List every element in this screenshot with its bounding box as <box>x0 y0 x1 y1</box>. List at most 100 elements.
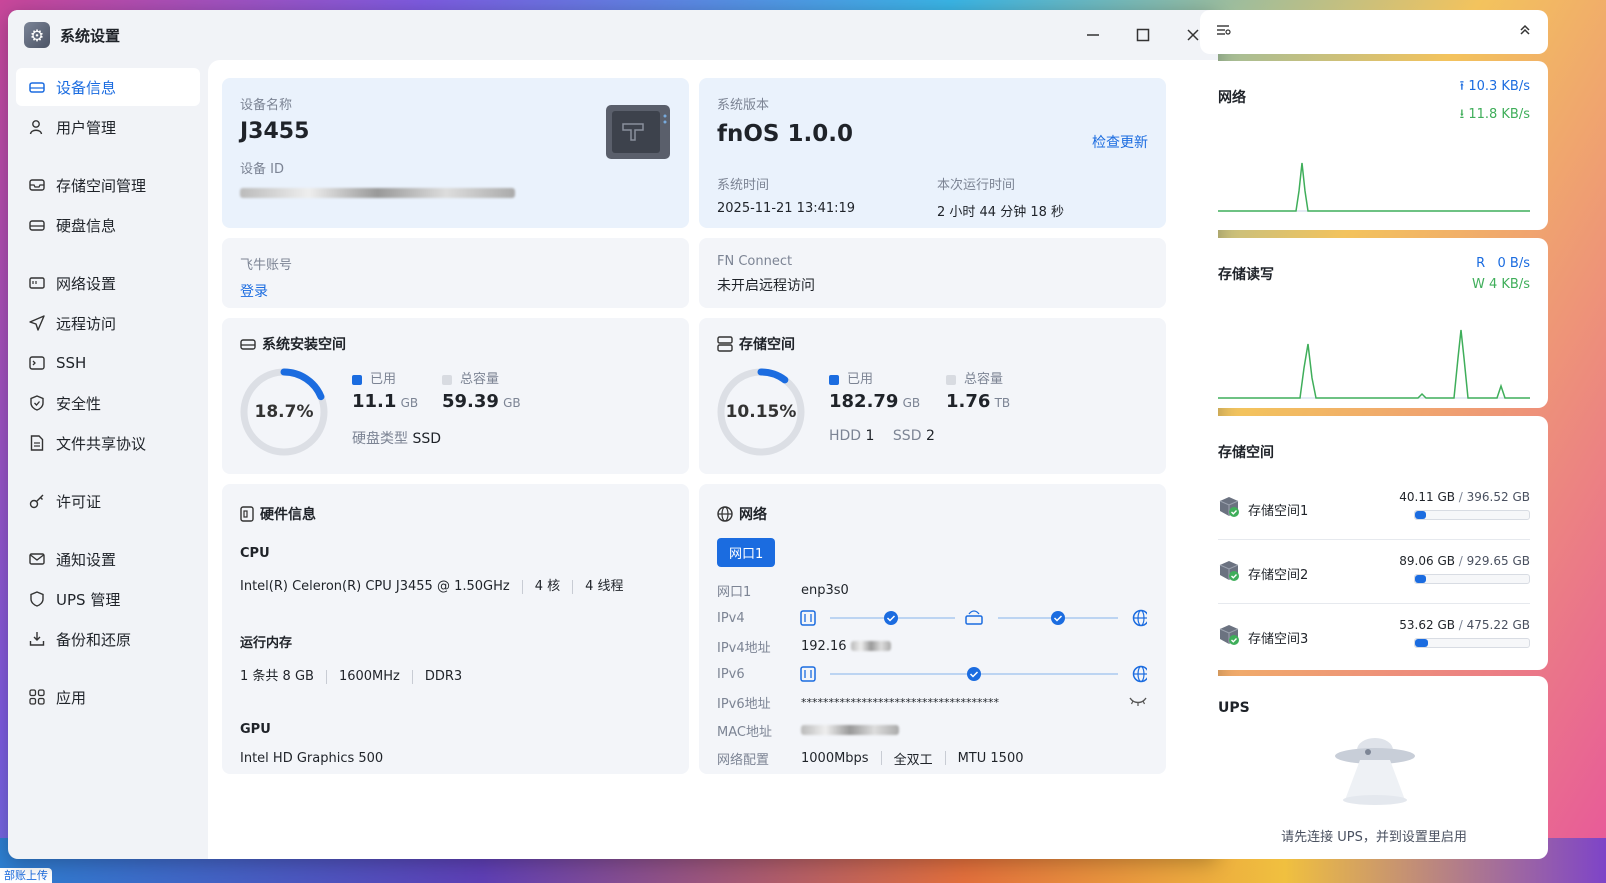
minimize-button[interactable] <box>1068 10 1118 60</box>
storage-space-row[interactable]: 存储空间1 40.11 GB / 396.52 GB <box>1218 476 1530 540</box>
sidebar-item-apps[interactable]: 应用 <box>16 678 200 716</box>
sidebar-item-label: UPS 管理 <box>56 590 121 609</box>
storage-space-progress <box>1414 510 1530 520</box>
storage-space-total: 475.22 GB <box>1466 618 1530 632</box>
disk-type: SSD <box>412 431 442 447</box>
system-space-percent: 18.7% <box>254 402 314 422</box>
sidebar-item-storage-manager[interactable]: 存储空间管理 <box>16 166 200 204</box>
document-icon <box>28 434 46 452</box>
storage-space-progress <box>1414 574 1530 584</box>
memory-type: DDR3 <box>424 669 463 684</box>
sidebar-item-ssh[interactable]: SSH <box>16 344 200 382</box>
sidebar-item-license[interactable]: 许可证 <box>16 482 200 520</box>
system-card: 系统版本 fnOS 1.0.0 检查更新 系统时间 2025-11-21 13:… <box>699 78 1166 228</box>
ups-shield-icon <box>28 590 46 608</box>
system-space-total: 59.39 <box>442 391 499 412</box>
sidebar-item-file-sharing[interactable]: 文件共享协议 <box>16 424 200 462</box>
ssd-count: 2 <box>925 428 935 444</box>
fnconnect-card: FN Connect 未开启远程访问 <box>699 238 1166 308</box>
storage-spaces-title: 存储空间 <box>1218 445 1274 461</box>
sidebar-item-ups[interactable]: UPS 管理 <box>16 580 200 618</box>
storage-io-graph <box>1218 329 1530 399</box>
settings-app-icon: ⚙ <box>24 22 50 48</box>
storage-stack-icon <box>717 336 733 352</box>
network-config-label: 网络配置 <box>717 752 770 768</box>
account-card: 飞牛账号 登录 <box>222 238 689 308</box>
storage-space-usage: 40.11 GB / 396.52 GB <box>1399 490 1530 504</box>
network-graph <box>1218 162 1530 212</box>
storage-space-row[interactable]: 存储空间2 89.06 GB / 929.65 GB <box>1218 540 1530 604</box>
read-label: R <box>1476 256 1486 271</box>
hdd-label: HDD <box>829 428 862 444</box>
storage-space-progress-fill <box>1415 575 1427 583</box>
ipv6-address-label: IPv6地址 <box>717 696 771 712</box>
maximize-button[interactable] <box>1118 10 1168 60</box>
sidebar-item-disk-info[interactable]: 硬盘信息 <box>16 206 200 244</box>
system-version-label: 系统版本 <box>717 98 770 113</box>
hard-disk-icon <box>28 216 46 234</box>
storage-space-name: 存储空间2 <box>1248 568 1309 583</box>
unit: GB <box>902 396 921 410</box>
total-label: 总容量 <box>460 372 500 387</box>
collapse-icon[interactable] <box>1518 23 1532 41</box>
used-label: 已用 <box>847 372 874 387</box>
sidebar-item-label: 通知设置 <box>56 550 117 569</box>
upload-speed: 10.3 KB/s <box>1468 79 1530 94</box>
ipv4-topology <box>800 609 1147 627</box>
total-label: 总容量 <box>964 372 1004 387</box>
storage-cube-icon <box>1218 496 1240 522</box>
ipv4-address-label: IPv4地址 <box>717 640 771 656</box>
mtu: MTU 1500 <box>957 750 1024 766</box>
sidebar-item-label: 设备信息 <box>56 78 117 97</box>
network-card: 网络 网口1 网口1 enp3s0 IPv4 IPv4地址 192.16 IPv… <box>699 484 1166 774</box>
ufo-illustration-icon <box>1325 728 1425 812</box>
sidebar-item-users[interactable]: 用户管理 <box>16 108 200 146</box>
settings-window: ⚙ 系统设置 设备信息 用户管理 存储空间管理 硬盘信息 网络设置 远程访问 S… <box>8 10 1218 859</box>
widget-settings-icon[interactable] <box>1216 23 1232 41</box>
storage-total: 1.76 <box>946 391 991 412</box>
storage-space-name: 存储空间3 <box>1248 632 1309 647</box>
hard-disk-icon <box>240 337 256 351</box>
shield-icon <box>28 394 46 412</box>
read-speed: 0 B/s <box>1497 256 1530 271</box>
sidebar-item-label: 网络设置 <box>56 274 117 293</box>
sidebar-item-label: 硬盘信息 <box>56 216 117 235</box>
sidebar-item-notifications[interactable]: 通知设置 <box>16 540 200 578</box>
key-icon <box>28 492 46 510</box>
used-label: 已用 <box>370 372 397 387</box>
storage-title: 存储空间 <box>739 337 795 353</box>
sidebar-item-label: 用户管理 <box>56 118 117 137</box>
sidebar-item-device-info[interactable]: 设备信息 <box>16 68 200 106</box>
sidebar-item-network[interactable]: 网络设置 <box>16 264 200 302</box>
ipv4-address: 192.16 <box>801 638 847 654</box>
storage-space-total: 929.65 GB <box>1466 554 1530 568</box>
inbox-icon <box>28 176 46 194</box>
unit: TB <box>994 396 1011 410</box>
ipv6-topology <box>800 665 1147 683</box>
sidebar-item-remote-access[interactable]: 远程访问 <box>16 304 200 342</box>
system-space-used: 11.1 <box>352 391 397 412</box>
system-space-card: 系统安装空间 18.7% 已用 11.1 GB 总容量 59.39 GB 硬盘类… <box>222 318 689 474</box>
device-id-redacted <box>240 185 671 200</box>
fnconnect-status: 未开启远程访问 <box>717 278 815 294</box>
sidebar-item-security[interactable]: 安全性 <box>16 384 200 422</box>
login-link[interactable]: 登录 <box>240 281 671 301</box>
memory-label: 运行内存 <box>240 636 293 651</box>
port-tab[interactable]: 网口1 <box>717 538 776 567</box>
storage-space-used: 89.06 GB <box>1399 554 1455 568</box>
memory-speed: 1600MHz <box>338 669 400 684</box>
sidebar-item-backup[interactable]: 备份和还原 <box>16 620 200 658</box>
ups-message: 请先连接 UPS，并到设置里启用 <box>1281 830 1467 845</box>
write-speed: 4 KB/s <box>1489 277 1530 292</box>
ups-title: UPS <box>1218 700 1250 716</box>
cpu-threads: 4 线程 <box>585 579 624 594</box>
storage-space-row[interactable]: 存储空间3 53.62 GB / 475.22 GB <box>1218 604 1530 668</box>
system-time-label: 系统时间 <box>717 178 770 193</box>
upload-chip[interactable]: 部账上传 <box>0 868 52 883</box>
nas-device-icon <box>605 104 671 164</box>
system-time: 2025-11-21 13:41:19 <box>717 201 856 216</box>
widget-panel: 网络 ⭱ 10.3 KB/s ⭳ 11.8 KB/s 存储读写 R 0 B/s … <box>1200 10 1548 859</box>
check-update-link[interactable]: 检查更新 <box>1092 132 1148 152</box>
system-space-ring: 18.7% <box>238 366 330 458</box>
eye-closed-icon[interactable] <box>1129 695 1147 710</box>
